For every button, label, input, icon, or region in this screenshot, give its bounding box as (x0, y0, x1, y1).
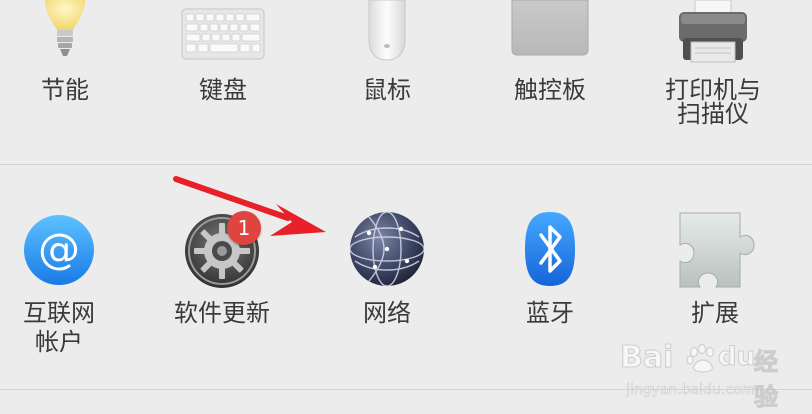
baidu-jingyan-watermark: Bai du 经验 jingyan.baidu.com (619, 330, 800, 412)
watermark-url: jingyan.baidu.com (626, 382, 756, 399)
watermark-brand-suffix: du (717, 342, 756, 373)
watermark-brand: Bai (619, 340, 674, 376)
watermark-service: 经验 (754, 348, 779, 412)
